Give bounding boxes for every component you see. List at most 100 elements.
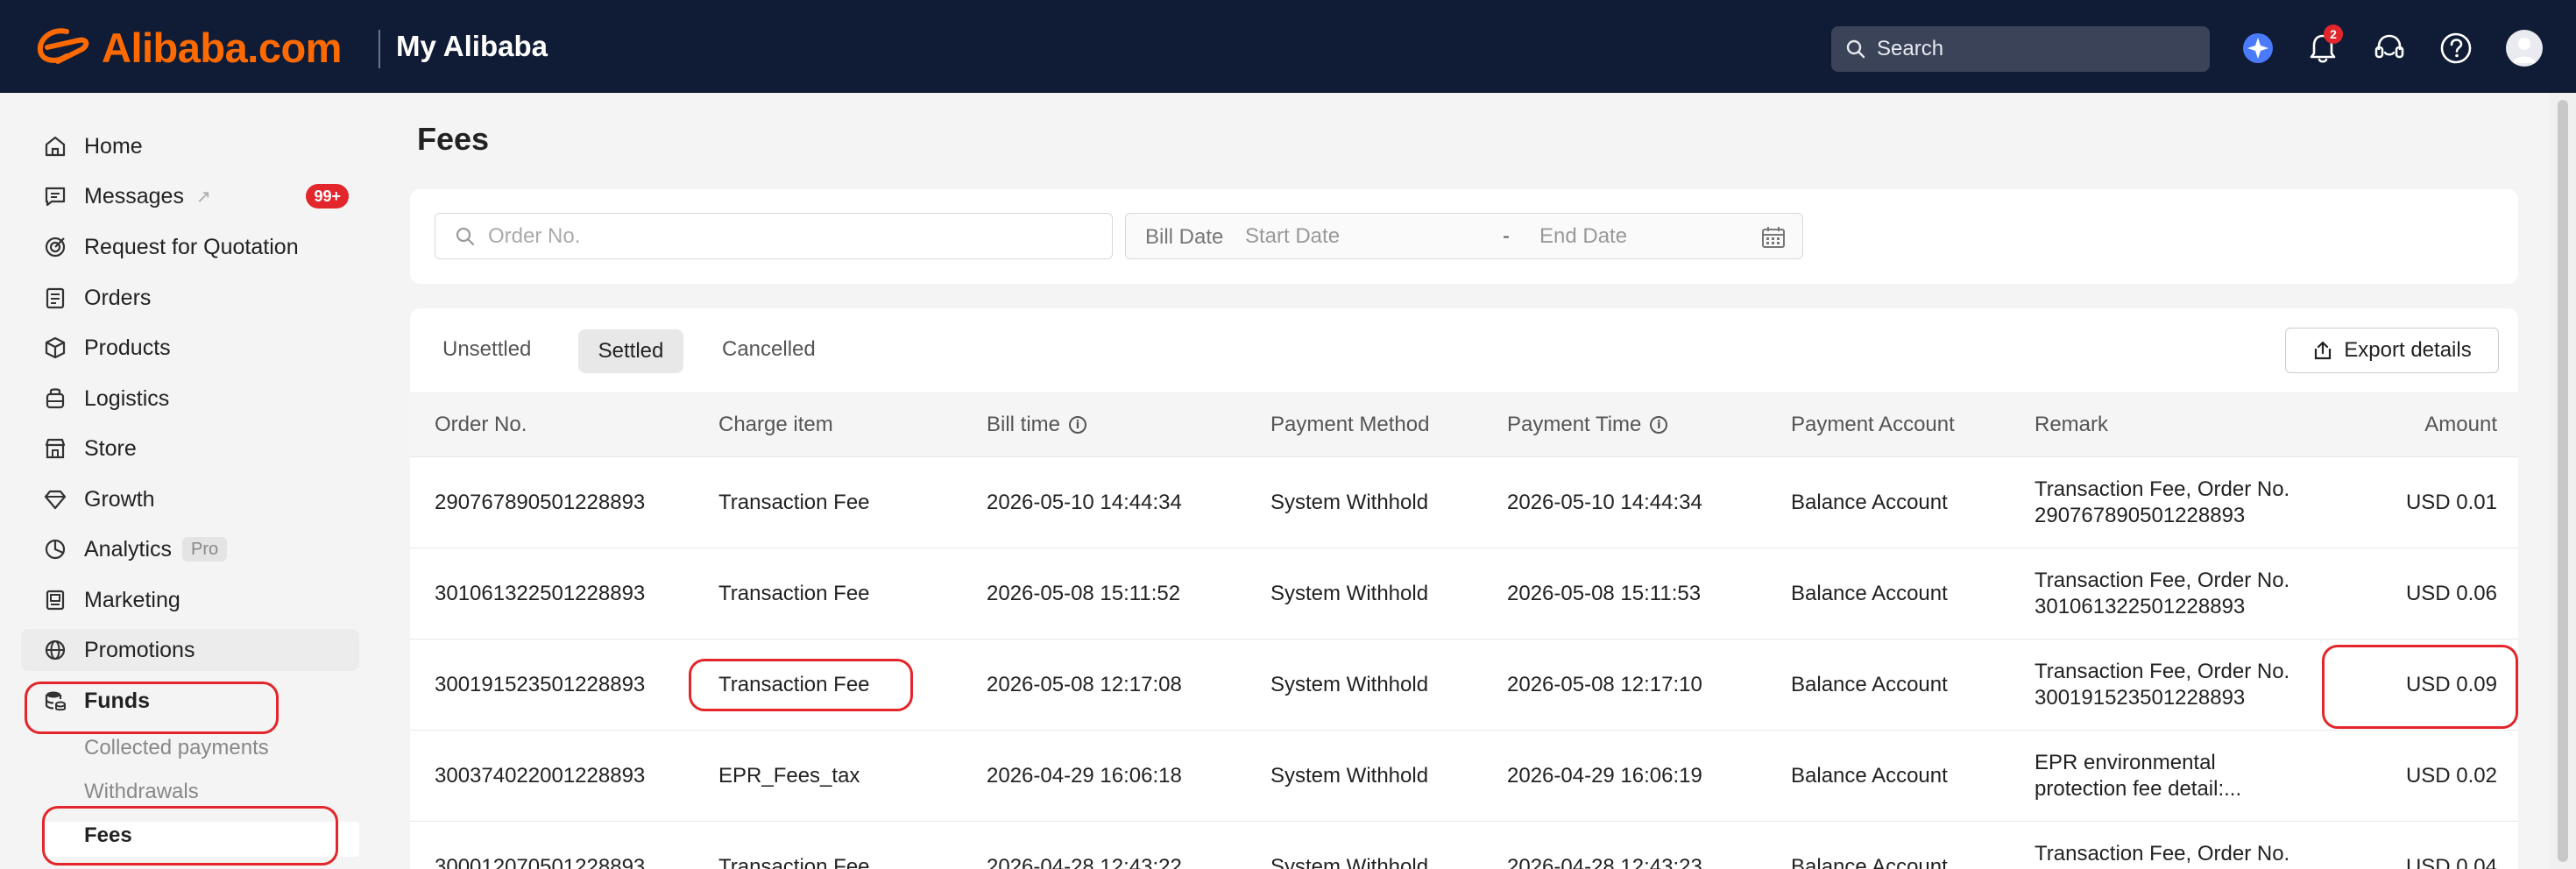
end-date-input[interactable]: End Date <box>1539 224 1627 249</box>
order-number-cell: 301061322501228893 <box>435 582 646 605</box>
sidebar-item-marketing[interactable]: Marketing <box>21 579 359 621</box>
sidebar-item-promotions[interactable]: Promotions <box>21 629 359 671</box>
amount-cell: USD 0.01 <box>2405 491 2497 514</box>
info-icon[interactable]: i <box>1650 416 1668 434</box>
table-row[interactable]: 301061322501228893 Transaction Fee 2026-… <box>410 548 2518 639</box>
sidebar-item-label: Funds <box>84 688 150 713</box>
start-date-input[interactable]: Start Date <box>1245 224 1340 249</box>
sidebar-item-request-for-quotation[interactable]: Request for Quotation <box>21 226 359 268</box>
alibaba-logo[interactable]: Alibaba.com <box>35 21 342 74</box>
payment-account-cell: Balance Account <box>1791 855 1948 869</box>
remark-cell: Transaction Fee, Order No. <box>2035 841 2324 867</box>
table-row[interactable]: 300374022001228893 EPR_Fees_tax 2026-04-… <box>410 731 2518 822</box>
tab-settled[interactable]: Settled <box>578 329 683 373</box>
column-header: Charge item <box>718 413 833 436</box>
charge-item-cell: Transaction Fee <box>718 673 870 696</box>
sidebar-item-label: Products <box>84 335 171 360</box>
order-number-search-input[interactable]: Order No. <box>435 213 1113 259</box>
bill-date-range-picker[interactable]: Bill Date Start Date - End Date <box>1125 213 1803 259</box>
sidebar-item-store[interactable]: Store <box>21 427 359 470</box>
table-row[interactable]: 290767890501228893 Transaction Fee 2026-… <box>410 457 2518 548</box>
remark-line: EPR environmental <box>2035 751 2216 774</box>
app-title[interactable]: My Alibaba <box>396 30 548 63</box>
payment-account-cell: Balance Account <box>1791 764 1948 788</box>
table-row[interactable]: 300191523501228893 Transaction Fee 2026-… <box>410 639 2518 731</box>
scrollbar-thumb[interactable] <box>2558 100 2568 862</box>
header-divider <box>379 30 380 68</box>
remark-line: 290767890501228893 <box>2035 504 2246 527</box>
bill-time-cell: 2026-05-10 14:44:34 <box>987 491 1182 514</box>
bill-time-cell: 2026-04-28 12:43:22 <box>987 855 1182 869</box>
remark-cell: EPR environmental protection fee detail:… <box>2035 750 2324 802</box>
export-details-button[interactable]: Export details <box>2285 328 2499 373</box>
table-row[interactable]: 300012070501228893 Transaction Fee 2026-… <box>410 822 2518 869</box>
sidebar-sub-fees[interactable]: Fees <box>84 823 132 848</box>
export-icon <box>2315 341 2332 360</box>
sidebar-item-logistics[interactable]: Logistics <box>21 378 359 420</box>
globe-icon <box>42 637 68 663</box>
marketing-icon <box>42 587 68 613</box>
sidebar-sub-collected-payments[interactable]: Collected payments <box>84 736 269 760</box>
payment-time-cell: 2026-04-28 12:43:23 <box>1507 855 1702 869</box>
brand-name: Alibaba.com <box>102 24 342 71</box>
order-number-cell: 300374022001228893 <box>435 764 646 788</box>
sidebar-item-label: Store <box>84 435 137 461</box>
diamond-icon <box>42 486 68 512</box>
sidebar-item-label: Messages <box>84 183 184 208</box>
date-range-separator: - <box>1503 224 1510 248</box>
info-icon[interactable]: i <box>1069 416 1087 434</box>
payment-time-cell: 2026-05-10 14:44:34 <box>1507 491 1702 514</box>
sidebar-item-messages[interactable]: Messages ↗ 99+ <box>21 175 359 217</box>
page-scrollbar[interactable] <box>2550 93 2576 869</box>
export-details-label: Export details <box>2344 338 2472 362</box>
calendar-icon[interactable] <box>1760 225 1787 250</box>
sidebar-item-orders[interactable]: Orders <box>21 277 359 319</box>
payment-account-cell: Balance Account <box>1791 582 1948 605</box>
remark-line: Transaction Fee, Order No. <box>2035 477 2290 501</box>
header-search-input[interactable]: Search <box>1831 26 2210 72</box>
column-header: Remark <box>2035 413 2109 436</box>
amount-cell: USD 0.06 <box>2405 582 2497 605</box>
alibaba-logo-icon <box>37 28 89 64</box>
amount-cell: USD 0.04 <box>2405 855 2497 869</box>
tab-unsettled[interactable]: Unsettled <box>442 337 531 362</box>
sidebar-sub-withdrawals[interactable]: Withdrawals <box>84 780 199 804</box>
pro-tag: Pro <box>182 537 228 562</box>
payment-method-cell: System Withhold <box>1270 764 1429 788</box>
remark-cell: Transaction Fee, Order No. 2907678905012… <box>2035 477 2324 529</box>
sidebar-item-home[interactable]: Home <box>21 125 359 167</box>
sidebar-item-label: Logistics <box>84 385 170 411</box>
bill-date-label: Bill Date <box>1145 225 1224 249</box>
page-title: Fees <box>417 121 490 157</box>
column-header-bill-time: Bill time i <box>987 413 1087 437</box>
coins-icon <box>42 688 68 714</box>
sidebar-item-analytics[interactable]: Analytics Pro <box>21 528 359 570</box>
logistics-icon <box>42 385 68 412</box>
remark-cell: Transaction Fee, Order No. 3010613225012… <box>2035 568 2324 620</box>
bill-time-cell: 2026-04-29 16:06:18 <box>987 764 1182 788</box>
customer-service-icon[interactable] <box>2371 30 2408 67</box>
remark-line: 300191523501228893 <box>2035 686 2246 710</box>
remark-line: protection fee detail:... <box>2035 777 2242 801</box>
remark-line: Transaction Fee, Order No. <box>2035 660 2290 683</box>
external-link-icon: ↗ <box>195 187 211 207</box>
column-header-payment-time: Payment Time i <box>1507 413 1668 437</box>
notification-bell-icon[interactable]: 2 <box>2304 25 2343 67</box>
search-placeholder: Search <box>1877 37 1944 60</box>
search-icon <box>1846 39 1865 59</box>
remark-cell: Transaction Fee, Order No. 3001915235012… <box>2035 659 2324 711</box>
help-icon[interactable] <box>2438 30 2474 67</box>
charge-item-cell: EPR_Fees_tax <box>718 764 860 788</box>
payment-method-cell: System Withhold <box>1270 855 1429 869</box>
messages-unread-badge: 99+ <box>306 184 349 208</box>
sidebar-item-products[interactable]: Products <box>21 327 359 369</box>
user-avatar[interactable] <box>2506 30 2543 67</box>
orders-icon <box>42 285 68 311</box>
sidebar-item-growth[interactable]: Growth <box>21 478 359 520</box>
tab-cancelled[interactable]: Cancelled <box>722 337 816 362</box>
ai-assistant-icon[interactable] <box>2240 30 2276 67</box>
sidebar-item-funds[interactable]: Funds <box>21 680 359 722</box>
column-header-label: Bill time <box>987 413 1061 436</box>
charge-item-cell: Transaction Fee <box>718 491 870 514</box>
table-header: Order No. Charge item Bill time i Paymen… <box>410 392 2518 457</box>
